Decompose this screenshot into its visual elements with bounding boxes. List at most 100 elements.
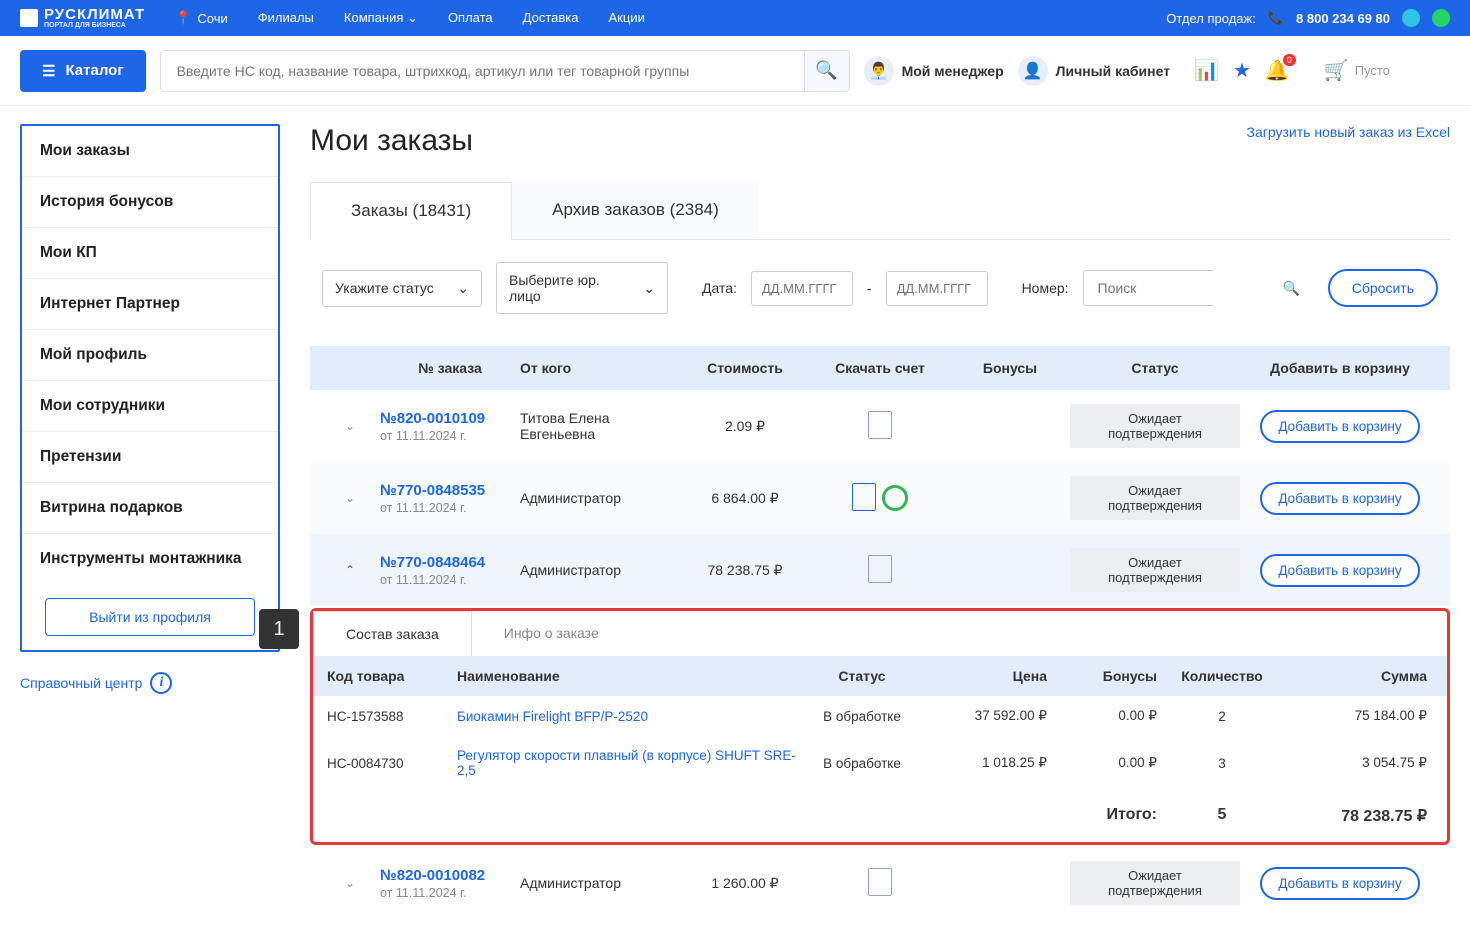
account-link[interactable]: 👤 Личный кабинет <box>1018 56 1170 86</box>
notifications-icon[interactable]: 🔔0 <box>1265 58 1290 83</box>
sub-header: ☰ Каталог 🔍 👨‍💼 Мой менеджер 👤 Личный ка… <box>0 36 1470 106</box>
order-cost: 78 238.75 ₽ <box>680 562 810 579</box>
status-select[interactable]: Укажите статус⌄ <box>322 270 482 307</box>
item-name-link[interactable]: Биокамин Firelight BFP/P-2520 <box>457 709 797 724</box>
invoice-icon[interactable] <box>868 411 892 439</box>
invoice-icon[interactable] <box>868 868 892 896</box>
my-manager[interactable]: 👨‍💼 Мой менеджер <box>864 56 1004 86</box>
date-to-input[interactable] <box>886 271 988 306</box>
help-center-link[interactable]: Справочный центр i <box>20 672 280 694</box>
col-invoice: Скачать счет <box>810 360 950 376</box>
favorites-icon[interactable]: ★ <box>1233 58 1251 83</box>
top-header: ◧ РУСКЛИМАТ ПОРТАЛ ДЛЯ БИЗНЕСА 📍 Сочи Фи… <box>0 0 1470 36</box>
cart-icon: 🛒 <box>1324 58 1349 83</box>
sidebar-item-claims[interactable]: Претензии <box>22 432 278 483</box>
total-sum: 78 238.75 ₽ <box>1287 806 1427 826</box>
info-icon: i <box>150 672 172 694</box>
item-name-link[interactable]: Регулятор скорости плавный (в корпусе) S… <box>457 748 797 778</box>
phone-number[interactable]: 8 800 234 69 80 <box>1296 11 1390 26</box>
nav-branches[interactable]: Филиалы <box>258 10 314 26</box>
sidebar-item-partner[interactable]: Интернет Партнер <box>22 279 278 330</box>
order-cost: 1 260.00 ₽ <box>680 875 810 892</box>
order-row: ⌃ №770-0848464от 11.11.2024 г. Администр… <box>310 534 1450 606</box>
cart-label: Пусто <box>1355 63 1390 78</box>
sidebar-item-employees[interactable]: Мои сотрудники <box>22 381 278 432</box>
invoice-icon[interactable] <box>868 555 892 583</box>
nav-promo[interactable]: Акции <box>609 10 645 26</box>
whatsapp-icon[interactable] <box>1432 9 1450 27</box>
sidebar-item-my-kp[interactable]: Мои КП <box>22 228 278 279</box>
stats-icon[interactable]: 📊 <box>1194 58 1219 83</box>
date-label: Дата: <box>702 280 737 296</box>
nav-payment[interactable]: Оплата <box>448 10 493 26</box>
detail-tab-content[interactable]: Состав заказа <box>313 611 472 656</box>
order-date: от 11.11.2024 г. <box>380 429 520 443</box>
cart[interactable]: 🛒 Пусто <box>1324 58 1390 83</box>
top-nav: Филиалы Компания ⌄ Оплата Доставка Акции <box>258 10 1167 26</box>
logo[interactable]: ◧ РУСКЛИМАТ ПОРТАЛ ДЛЯ БИЗНЕСА <box>20 7 145 29</box>
telegram-icon[interactable] <box>1402 9 1420 27</box>
tab-archive[interactable]: Архив заказов (2384) <box>512 182 759 239</box>
add-to-cart-button[interactable]: Добавить в корзину <box>1260 554 1419 587</box>
legal-select[interactable]: Выберите юр. лицо⌄ <box>496 262 668 314</box>
item-qty: 2 <box>1157 709 1287 724</box>
col-status: Статус <box>1070 360 1240 376</box>
sidebar: Мои заказы История бонусов Мои КП Интерн… <box>20 124 280 652</box>
item-sum: 75 184.00 ₽ <box>1287 708 1427 724</box>
catalog-button[interactable]: ☰ Каталог <box>20 50 146 92</box>
sidebar-item-gifts[interactable]: Витрина подарков <box>22 483 278 534</box>
expand-toggle[interactable]: ⌄ <box>320 419 380 433</box>
order-cost: 6 864.00 ₽ <box>680 490 810 507</box>
sidebar-item-orders[interactable]: Мои заказы <box>22 126 278 177</box>
city-selector[interactable]: Сочи <box>197 11 227 26</box>
order-status: Ожидает подтверждения <box>1070 404 1240 448</box>
expand-toggle[interactable]: ⌄ <box>320 876 380 890</box>
reset-button[interactable]: Сбросить <box>1328 269 1438 307</box>
order-from: Титова Елена Евгеньевна <box>520 410 680 442</box>
sber-icon[interactable] <box>882 485 908 511</box>
add-to-cart-button[interactable]: Добавить в корзину <box>1260 482 1419 515</box>
tab-orders[interactable]: Заказы (18431) <box>310 182 512 240</box>
sidebar-item-bonus-history[interactable]: История бонусов <box>22 177 278 228</box>
add-to-cart-button[interactable]: Добавить в корзину <box>1260 867 1419 900</box>
item-price: 1 018.25 ₽ <box>927 755 1047 771</box>
sidebar-item-profile[interactable]: Мой профиль <box>22 330 278 381</box>
sidebar-item-tools[interactable]: Инструменты монтажника <box>22 534 278 584</box>
order-number-link[interactable]: №770-0848535 <box>380 482 520 499</box>
collapse-toggle[interactable]: ⌃ <box>320 563 380 577</box>
header-icons: 📊 ★ 🔔0 <box>1194 58 1290 83</box>
expand-toggle[interactable]: ⌄ <box>320 491 380 505</box>
order-status: Ожидает подтверждения <box>1070 548 1240 592</box>
upload-excel-link[interactable]: Загрузить новый заказ из Excel <box>1247 124 1450 140</box>
order-number-link[interactable]: №820-0010109 <box>380 410 520 427</box>
location-pin-icon: 📍 <box>175 10 191 26</box>
annotation-marker: 1 <box>259 609 299 649</box>
order-status: Ожидает подтверждения <box>1070 861 1240 905</box>
detail-table-head: Код товара Наименование Статус Цена Бону… <box>313 656 1447 696</box>
add-to-cart-button[interactable]: Добавить в корзину <box>1260 410 1419 443</box>
order-status: Ожидает подтверждения <box>1070 476 1240 520</box>
item-status: В обработке <box>797 709 927 724</box>
chevron-down-icon: ⌄ <box>457 280 469 297</box>
search-icon[interactable]: 🔍 <box>1283 280 1300 297</box>
number-input[interactable] <box>1094 271 1283 305</box>
item-status: В обработке <box>797 756 927 771</box>
dcol-code: Код товара <box>327 668 457 684</box>
dcol-qty: Количество <box>1157 668 1287 684</box>
search-input[interactable] <box>160 50 804 92</box>
dcol-sum: Сумма <box>1287 668 1427 684</box>
item-bonus: 0.00 ₽ <box>1047 755 1157 771</box>
order-number-link[interactable]: №770-0848464 <box>380 554 520 571</box>
date-from-input[interactable] <box>751 271 853 306</box>
order-date: от 11.11.2024 г. <box>380 573 520 587</box>
nav-delivery[interactable]: Доставка <box>523 10 579 26</box>
search-button[interactable]: 🔍 <box>804 50 850 92</box>
detail-tab-info[interactable]: Инфо о заказе <box>472 611 631 656</box>
manager-label: Мой менеджер <box>902 63 1004 79</box>
order-number-link[interactable]: №820-0010082 <box>380 867 520 884</box>
dcol-bonus: Бонусы <box>1047 668 1157 684</box>
nav-company[interactable]: Компания ⌄ <box>344 10 418 26</box>
logout-button[interactable]: Выйти из профиля <box>45 598 255 636</box>
detail-row: НС-0084730 Регулятор скорости плавный (в… <box>313 736 1447 790</box>
invoice-icon[interactable] <box>852 483 876 511</box>
